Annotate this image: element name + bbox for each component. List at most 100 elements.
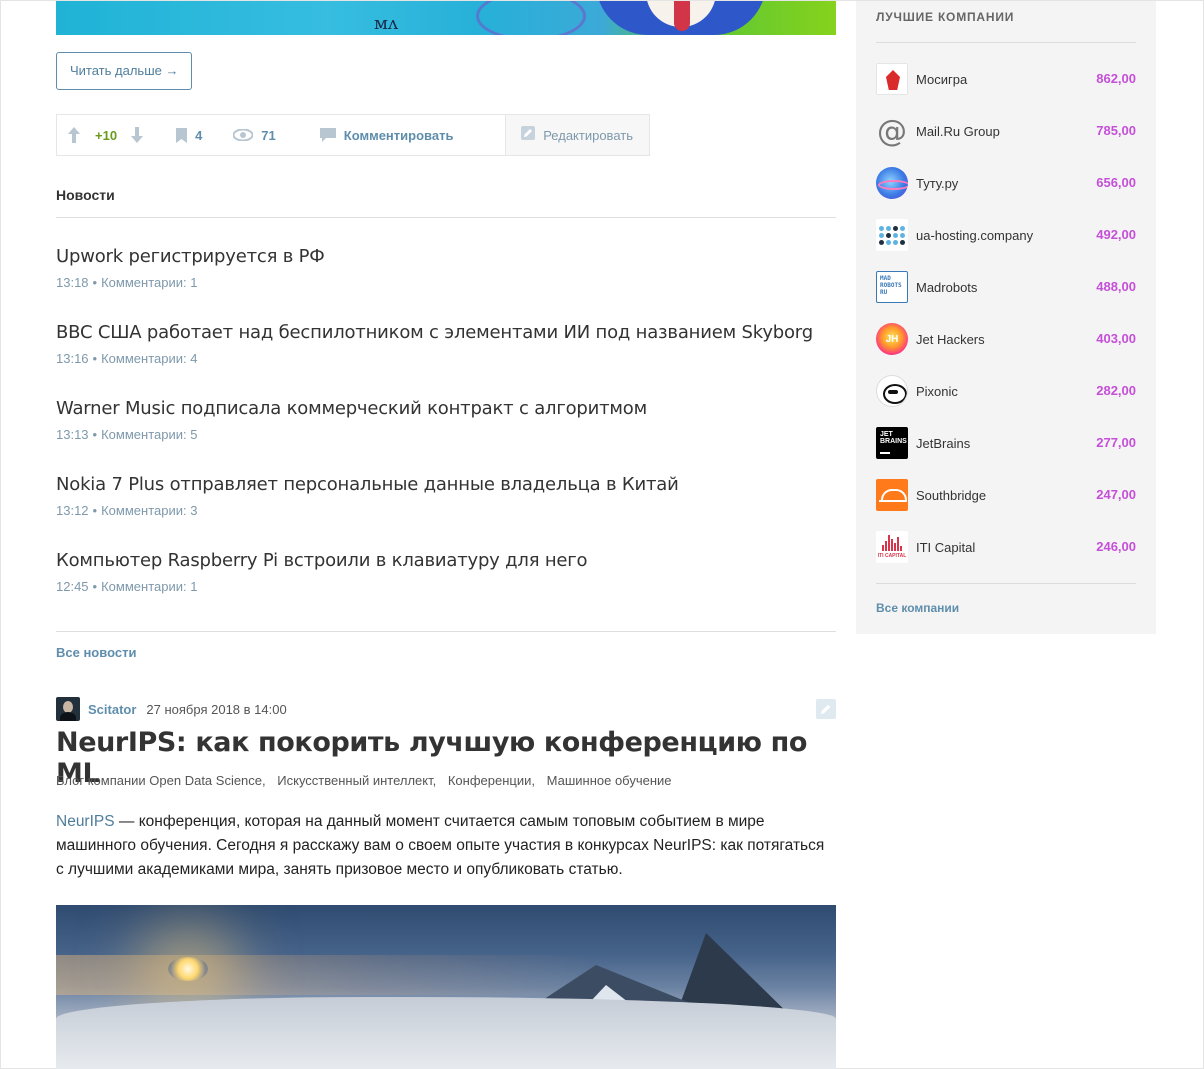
news-comments-link[interactable]: Комментарии: 1 bbox=[101, 579, 197, 594]
bookmark-icon[interactable] bbox=[176, 127, 188, 143]
hub-link[interactable]: Блог компании Open Data Science, bbox=[56, 773, 266, 788]
mailru-logo-icon: @ bbox=[877, 115, 907, 147]
company-item-mosigra[interactable]: Мосигра 862,00 bbox=[876, 63, 1136, 115]
company-list: Мосигра 862,00 @ Mail.Ru Group 785,00 Ту… bbox=[876, 63, 1136, 583]
news-title-link[interactable]: Компьютер Raspberry Pi встроили в клавиа… bbox=[56, 549, 836, 573]
company-item-pixonic[interactable]: Pixonic 282,00 bbox=[876, 375, 1136, 427]
company-rating: 247,00 bbox=[1096, 487, 1136, 502]
edit-pencil-icon[interactable] bbox=[816, 699, 836, 719]
news-item: Nokia 7 Plus отправляет персональные дан… bbox=[56, 473, 836, 549]
news-meta: 13:12 • Комментарии: 3 bbox=[56, 503, 836, 518]
meta-separator: • bbox=[92, 351, 98, 366]
sidebar-divider-bottom bbox=[876, 583, 1136, 584]
news-meta: 13:13 • Комментарии: 5 bbox=[56, 427, 836, 442]
post-banner-image[interactable]: ᴍᴧ bbox=[56, 1, 836, 35]
edit-post-button[interactable]: Редактировать bbox=[505, 115, 649, 155]
comment-link[interactable]: Комментировать bbox=[344, 128, 454, 143]
news-comments-link[interactable]: Комментарии: 3 bbox=[101, 503, 197, 518]
madrobots-logo-icon: MAD ROBOTS RU bbox=[876, 271, 908, 303]
company-name[interactable]: Jet Hackers bbox=[916, 332, 985, 347]
meta-separator: • bbox=[92, 275, 98, 290]
edit-post-label: Редактировать bbox=[543, 127, 633, 143]
vote-score: +10 bbox=[95, 127, 118, 143]
company-name[interactable]: Туту.ру bbox=[916, 176, 958, 191]
company-rating: 492,00 bbox=[1096, 227, 1136, 242]
news-time: 13:12 bbox=[56, 503, 89, 518]
company-item-jet-hackers[interactable]: JH Jet Hackers 403,00 bbox=[876, 323, 1136, 375]
news-time: 12:45 bbox=[56, 579, 89, 594]
vote-down-icon[interactable] bbox=[131, 127, 144, 143]
news-comments-link[interactable]: Комментарии: 1 bbox=[101, 275, 197, 290]
company-item-tutu[interactable]: Туту.ру 656,00 bbox=[876, 167, 1136, 219]
author-avatar[interactable] bbox=[56, 697, 80, 721]
author-link[interactable]: Scitator bbox=[88, 702, 136, 717]
jet-hackers-logo-icon: JH bbox=[876, 323, 908, 355]
views-count: 71 bbox=[261, 127, 276, 143]
hub-link[interactable]: Конференции, bbox=[448, 773, 535, 788]
company-item-mailru[interactable]: @ Mail.Ru Group 785,00 bbox=[876, 115, 1136, 167]
company-name[interactable]: Pixonic bbox=[916, 384, 958, 399]
tutu-logo-icon bbox=[876, 167, 908, 199]
post-header: Scitator 27 ноября 2018 в 14:00 bbox=[56, 697, 836, 721]
news-title-link[interactable]: Upwork регистрируется в РФ bbox=[56, 245, 836, 269]
banner-swirl bbox=[476, 1, 586, 35]
news-time: 13:18 bbox=[56, 275, 89, 290]
ua-hosting-logo-icon bbox=[876, 219, 908, 251]
company-name[interactable]: Мосигра bbox=[916, 72, 967, 87]
news-item: BBC США работает над беспилотником с эле… bbox=[56, 321, 836, 397]
news-comments-link[interactable]: Комментарии: 4 bbox=[101, 351, 197, 366]
post-hero-image[interactable] bbox=[56, 905, 836, 1069]
company-item-jetbrains[interactable]: JET BRAINS JetBrains 277,00 bbox=[876, 427, 1136, 479]
news-title-link[interactable]: Nokia 7 Plus отправляет персональные дан… bbox=[56, 473, 836, 497]
ua-hosting-dots bbox=[879, 225, 905, 245]
company-item-ua-hosting[interactable]: ua-hosting.company 492,00 bbox=[876, 219, 1136, 271]
news-time: 13:13 bbox=[56, 427, 89, 442]
news-meta: 13:16 • Комментарии: 4 bbox=[56, 351, 836, 366]
company-name[interactable]: ua-hosting.company bbox=[916, 228, 1033, 243]
news-comments-link[interactable]: Комментарии: 5 bbox=[101, 427, 197, 442]
all-companies-link[interactable]: Все компании bbox=[876, 601, 959, 615]
company-rating: 403,00 bbox=[1096, 331, 1136, 346]
read-more-button[interactable]: Читать дальше → bbox=[56, 52, 193, 90]
company-item-southbridge[interactable]: Southbridge 247,00 bbox=[876, 479, 1136, 531]
comment-icon[interactable] bbox=[319, 128, 336, 142]
company-rating: 785,00 bbox=[1096, 123, 1136, 138]
news-title-link[interactable]: BBC США работает над беспилотником с эле… bbox=[56, 321, 836, 345]
news-divider-top bbox=[56, 217, 836, 218]
hub-link[interactable]: Машинное обучение bbox=[547, 773, 672, 788]
post-stats-bar: +10 4 71 Комментировать Редактировать bbox=[56, 114, 650, 156]
news-title-link[interactable]: Warner Music подписала коммерческий конт… bbox=[56, 397, 836, 421]
company-rating: 656,00 bbox=[1096, 175, 1136, 190]
post-date: 27 ноября 2018 в 14:00 bbox=[146, 701, 287, 717]
company-rating: 862,00 bbox=[1096, 71, 1136, 86]
hero-clouds bbox=[56, 997, 836, 1069]
southbridge-logo-icon bbox=[876, 479, 908, 511]
iti-capital-logo-icon: ITI CAPITAL bbox=[876, 531, 908, 563]
news-list: Upwork регистрируется в РФ 13:18 • Коммент… bbox=[56, 245, 836, 625]
all-news-link[interactable]: Все новости bbox=[56, 645, 136, 660]
banner-bird-nose bbox=[674, 1, 690, 31]
meta-separator: • bbox=[92, 579, 98, 594]
company-name[interactable]: Southbridge bbox=[916, 488, 986, 503]
news-heading: Новости bbox=[56, 187, 115, 203]
company-name[interactable]: Mail.Ru Group bbox=[916, 124, 1000, 139]
company-name[interactable]: Madrobots bbox=[916, 280, 977, 295]
news-time: 13:16 bbox=[56, 351, 89, 366]
news-item: Компьютер Raspberry Pi встроили в клавиа… bbox=[56, 549, 836, 625]
bookmark-count[interactable]: 4 bbox=[195, 128, 202, 143]
hub-link[interactable]: Искусственный интеллект, bbox=[277, 773, 436, 788]
post-hubs: Блог компании Open Data Science, Искусст… bbox=[56, 773, 680, 788]
company-name[interactable]: JetBrains bbox=[916, 436, 970, 451]
main-column: ᴍᴧ Читать дальше → +10 4 71 Комментирова… bbox=[56, 1, 836, 1069]
company-rating: 488,00 bbox=[1096, 279, 1136, 294]
pixonic-logo-icon bbox=[876, 375, 908, 407]
mosigra-logo-icon bbox=[876, 63, 908, 95]
hero-sun bbox=[168, 957, 208, 981]
vote-up-icon[interactable] bbox=[68, 127, 80, 143]
company-item-madrobots[interactable]: MAD ROBOTS RU Madrobots 488,00 bbox=[876, 271, 1136, 323]
jetbrains-logo-icon: JET BRAINS bbox=[876, 427, 908, 459]
company-item-iti-capital[interactable]: ITI CAPITAL ITI Capital 246,00 bbox=[876, 531, 1136, 583]
company-name[interactable]: ITI Capital bbox=[916, 540, 975, 555]
post-lead: NeurIPS — конференция, которая на данный… bbox=[56, 810, 836, 882]
lead-link[interactable]: NeurIPS bbox=[56, 813, 115, 830]
